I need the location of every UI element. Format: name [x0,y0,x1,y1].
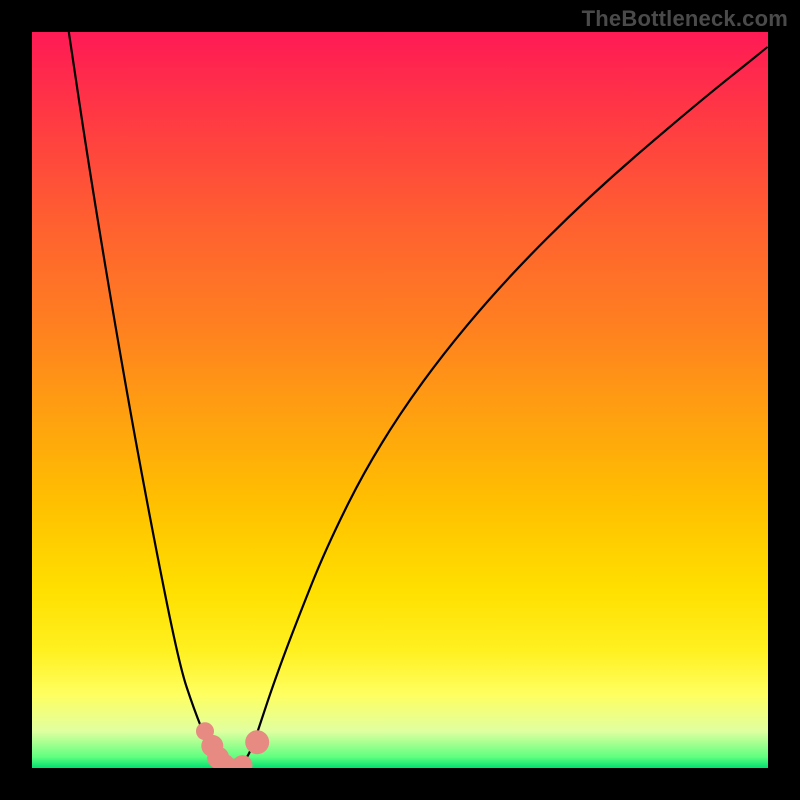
curve-layer [32,32,768,768]
marker-dot [233,755,253,768]
bottleneck-curve [69,32,768,767]
watermark-text: TheBottleneck.com [582,6,788,32]
marker-dot [245,730,269,754]
plot-area [32,32,768,768]
chart-frame: TheBottleneck.com [0,0,800,800]
